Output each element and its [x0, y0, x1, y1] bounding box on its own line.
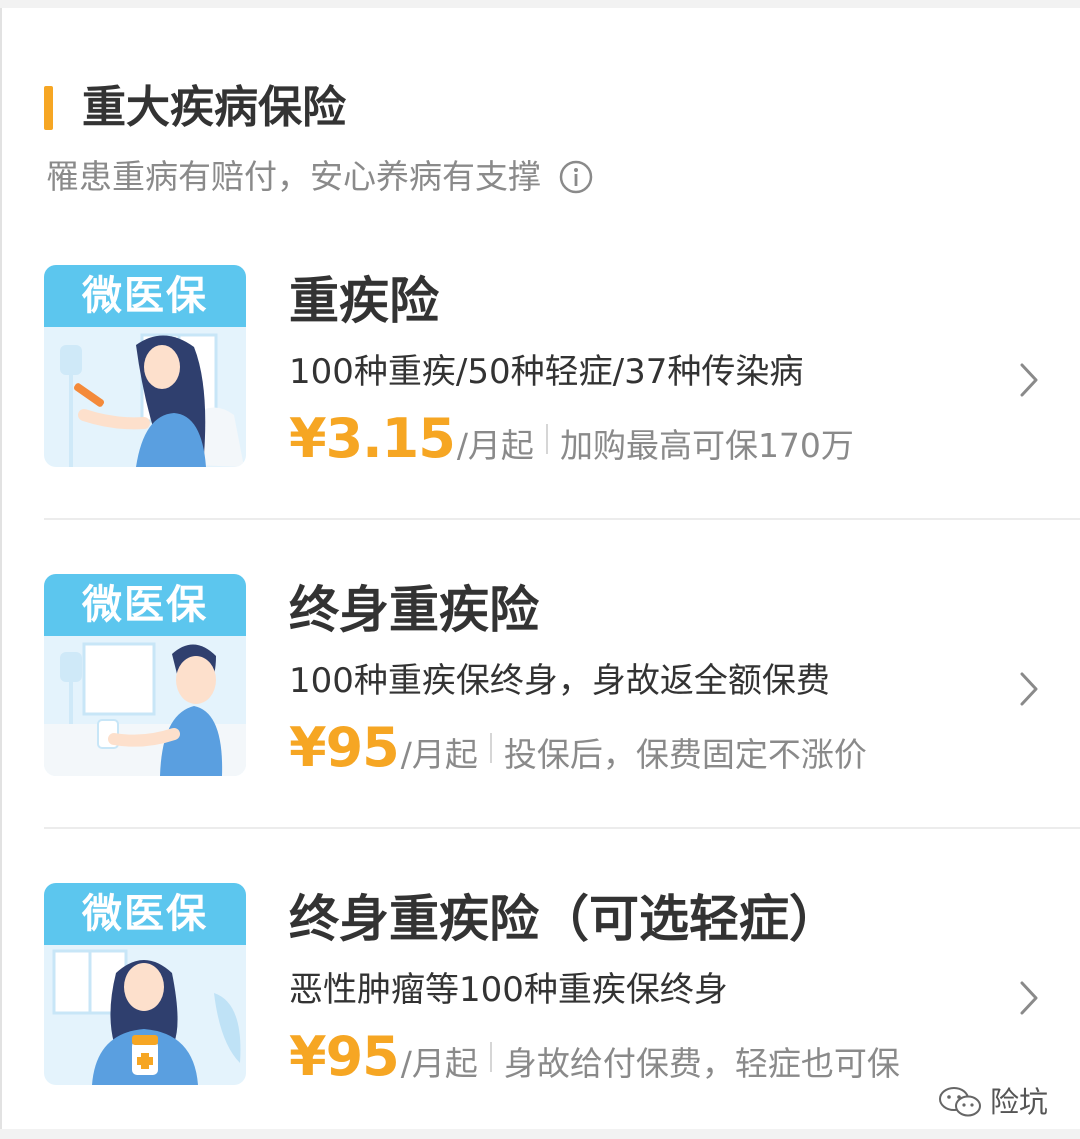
product-price-unit: /月起	[400, 735, 478, 774]
product-item-lifetime-critical-illness[interactable]: 微医保 终身重疾险 100种重疾保终身，身故返全额保费 ¥95 /月起 投保后，…	[44, 574, 1080, 779]
product-description: 100种重疾/50种轻症/37种传染病	[289, 352, 804, 392]
watermark-text: 险坑	[990, 1085, 1049, 1119]
product-note: 加购最高可保170万	[559, 426, 854, 465]
section-accent-bar	[44, 86, 53, 130]
product-thumbnail-man: 微医保	[44, 574, 246, 776]
product-title: 重疾险	[289, 272, 439, 330]
wechat-icon	[939, 1087, 981, 1117]
product-brand-label: 微医保	[82, 582, 208, 628]
product-thumbnail-woman: 微医保	[44, 265, 246, 467]
section-subtitle: 罹患重病有赔付，安心养病有支撑	[46, 157, 541, 196]
section-subtitle-row: 罹患重病有赔付，安心养病有支撑	[46, 154, 593, 200]
product-brand-label: 微医保	[82, 273, 208, 319]
product-price-row: ¥95 /月起 身故给付保费，轻症也可保	[289, 1023, 900, 1091]
product-note: 身故给付保费，轻症也可保	[503, 1044, 900, 1083]
product-price-unit: /月起	[456, 426, 534, 465]
chevron-right-icon[interactable]	[1018, 979, 1040, 1017]
product-note: 投保后，保费固定不涨价	[503, 735, 867, 774]
product-price-row: ¥3.15 /月起 加购最高可保170万	[289, 405, 854, 473]
product-brand-label: 微医保	[82, 891, 208, 937]
product-price: ¥3.15	[289, 407, 456, 470]
product-description: 恶性肿瘤等100种重疾保终身	[289, 970, 728, 1010]
chevron-right-icon[interactable]	[1018, 670, 1040, 708]
product-item-critical-illness[interactable]: 微医保 重疾险 100种重疾/50种轻症/37种传染病 ¥3.15 /月起 加购…	[44, 265, 1080, 470]
info-circle-icon[interactable]	[559, 160, 593, 194]
insurance-section-card: 重大疾病保险 罹患重病有赔付，安心养病有支撑 微医保 重疾险 100种重疾/50…	[0, 8, 1080, 1129]
item-divider	[44, 518, 1080, 520]
price-separator	[545, 424, 548, 454]
watermark: 险坑	[938, 1082, 1048, 1122]
product-price: ¥95	[289, 1025, 400, 1088]
item-divider	[44, 827, 1080, 829]
section-title: 重大疾病保险	[82, 82, 346, 133]
product-price-unit: /月起	[400, 1044, 478, 1083]
product-item-lifetime-critical-illness-optional-mild[interactable]: 微医保 终身重疾险（可选轻症） 恶性肿瘤等100种重疾保终身 ¥95 /月起 身…	[44, 883, 1080, 1088]
product-price-row: ¥95 /月起 投保后，保费固定不涨价	[289, 714, 867, 782]
price-separator	[489, 733, 492, 763]
product-title: 终身重疾险（可选轻症）	[289, 890, 839, 948]
product-description: 100种重疾保终身，身故返全额保费	[289, 661, 830, 701]
product-price: ¥95	[289, 716, 400, 779]
chevron-right-icon[interactable]	[1018, 361, 1040, 399]
price-separator	[489, 1042, 492, 1072]
product-title: 终身重疾险	[289, 581, 539, 639]
product-thumbnail-woman-with-medicine: 微医保	[44, 883, 246, 1085]
